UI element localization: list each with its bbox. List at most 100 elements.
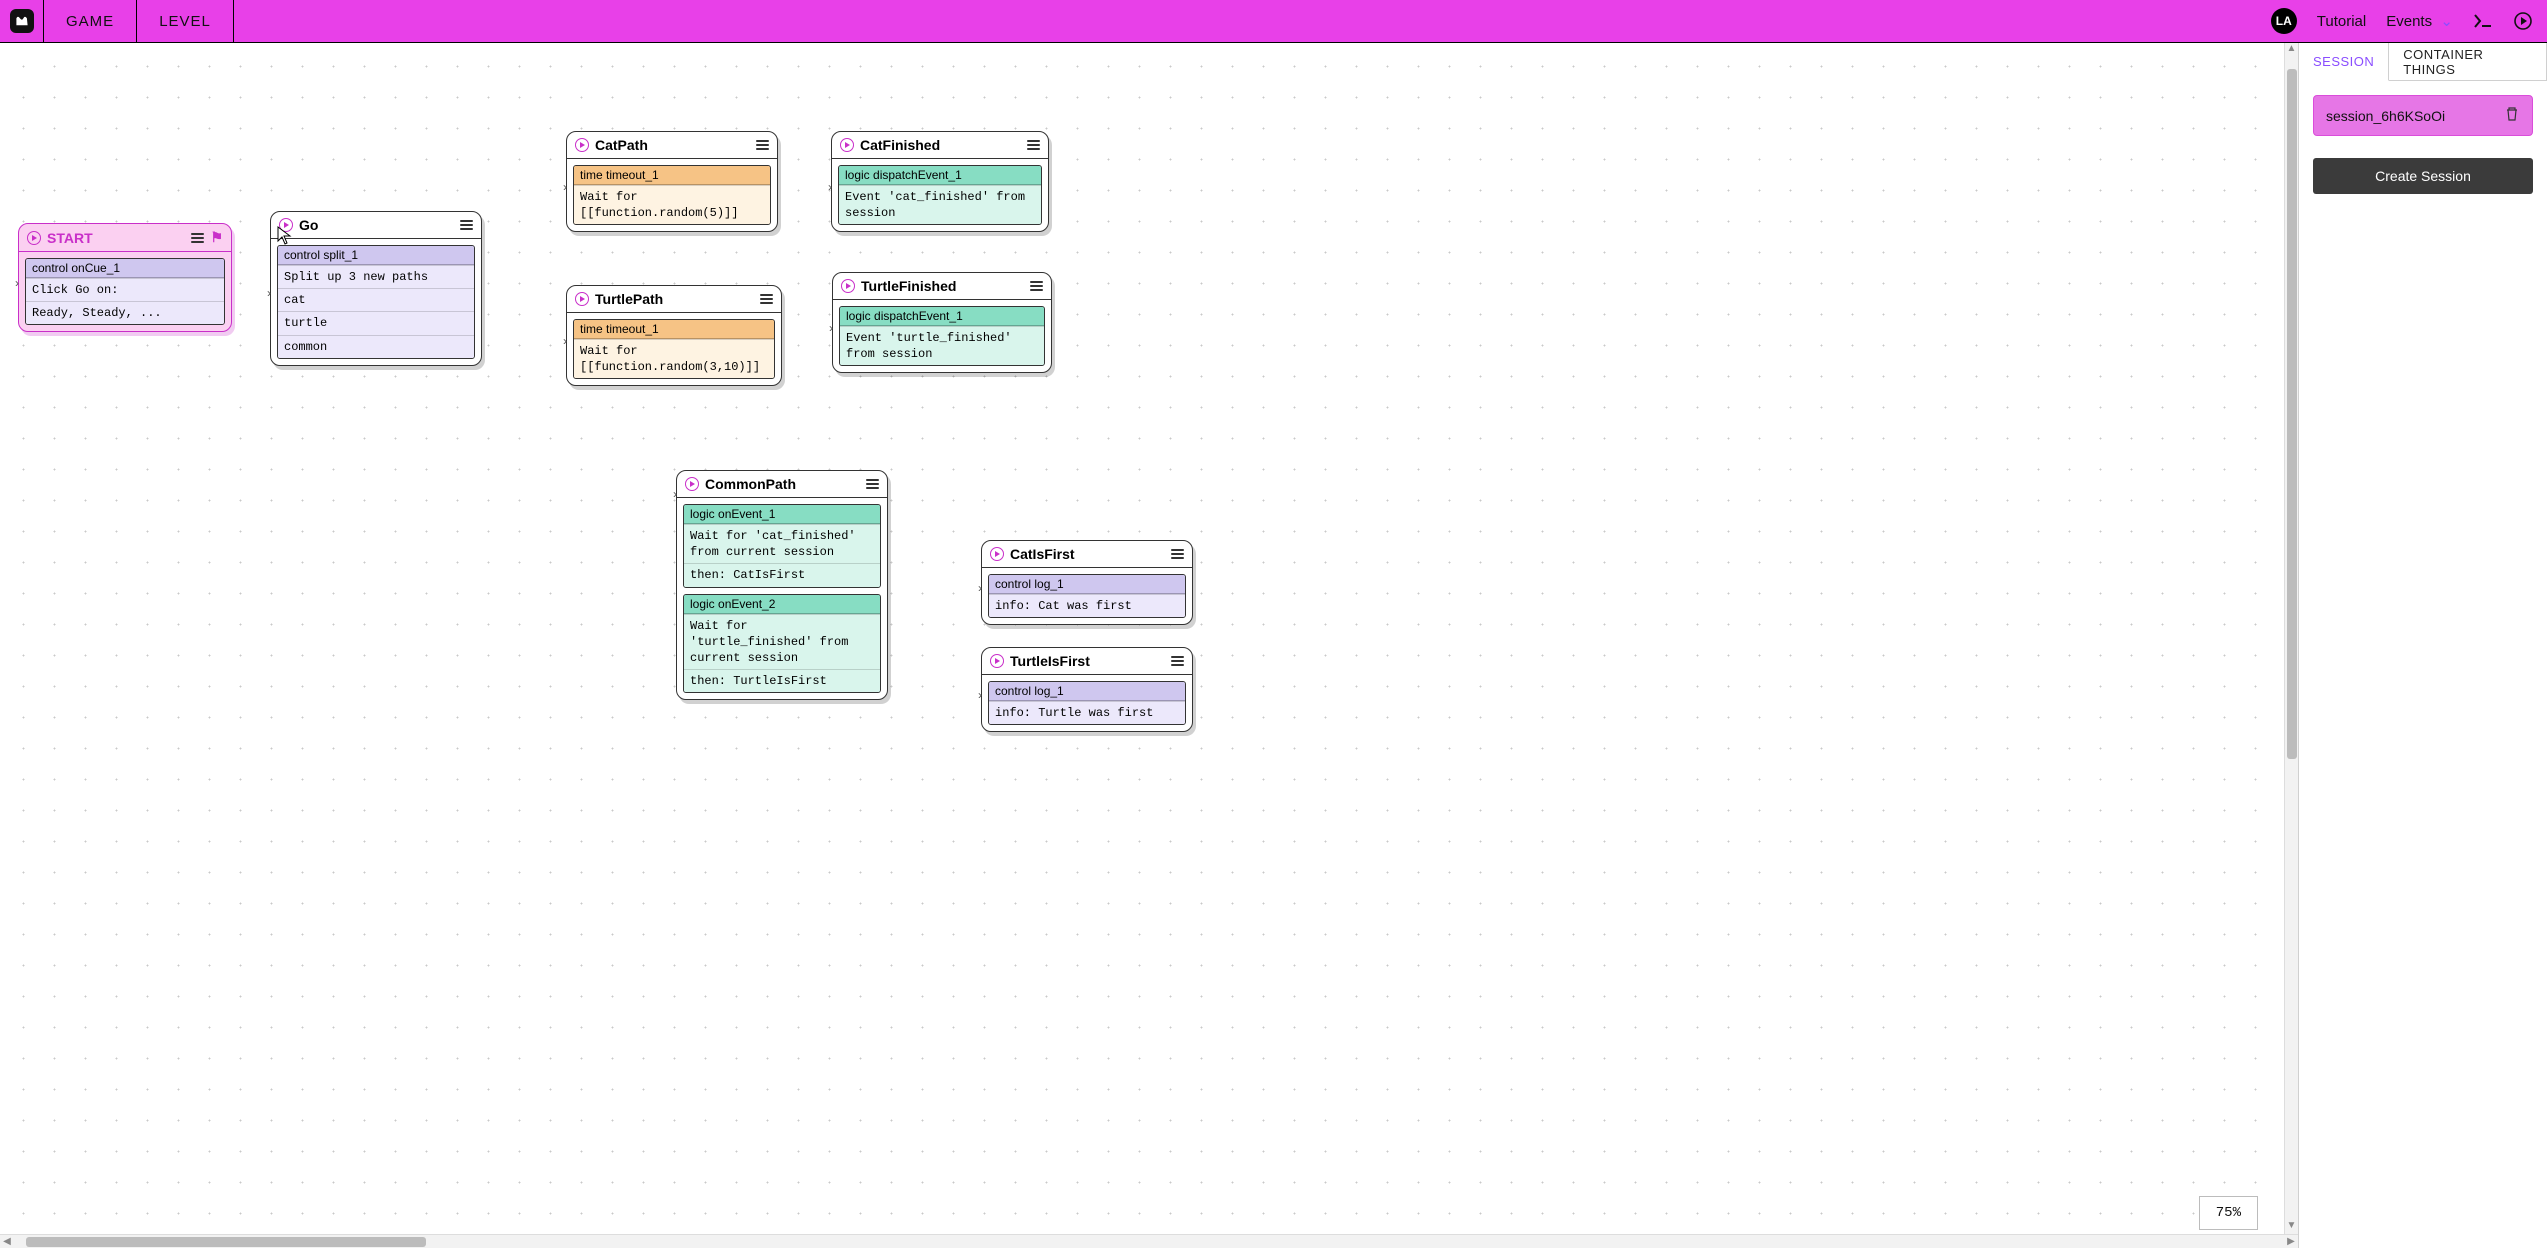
section-head: control log_1 — [989, 682, 1185, 701]
tab-session[interactable]: SESSION — [2299, 43, 2389, 81]
section-head: time timeout_1 — [574, 166, 770, 185]
node-catfinished[interactable]: CatFinished logic dispatchEvent_1 Event … — [831, 131, 1049, 232]
tutorial-link[interactable]: Tutorial — [2317, 13, 2366, 30]
node-catpath[interactable]: CatPath time timeout_1 Wait for [[functi… — [566, 131, 778, 232]
play-icon — [575, 292, 589, 306]
scroll-thumb[interactable] — [2287, 69, 2297, 759]
section-row: info: Turtle was first — [989, 701, 1185, 724]
in-port[interactable] — [978, 579, 986, 587]
play-icon — [279, 218, 293, 232]
section-head: control onCue_1 — [26, 259, 224, 278]
node-turtlepath[interactable]: TurtlePath time timeout_1 Wait for [[fun… — [566, 285, 782, 386]
user-avatar[interactable]: LA — [2271, 8, 2297, 34]
scroll-up-icon[interactable]: ▲ — [2287, 43, 2297, 57]
section-row: info: Cat was first — [989, 594, 1185, 617]
scroll-down-icon[interactable]: ▼ — [2287, 1220, 2297, 1234]
scroll-right-icon[interactable]: ▶ — [2284, 1236, 2298, 1247]
create-session-button[interactable]: Create Session — [2313, 158, 2533, 194]
section-row: Wait for 'cat_finished' from current ses… — [684, 524, 880, 563]
in-port[interactable] — [829, 319, 837, 327]
in-port[interactable] — [267, 284, 275, 292]
section-control-split[interactable]: control split_1 Split up 3 new paths cat… — [277, 245, 475, 359]
menu-icon[interactable] — [756, 140, 769, 150]
section-logic-onevent-1[interactable]: logic onEvent_1 Wait for 'cat_finished' … — [683, 504, 881, 588]
play-icon — [575, 138, 589, 152]
horizontal-scrollbar[interactable]: ◀ ▶ — [0, 1234, 2298, 1248]
node-title: TurtlePath — [595, 291, 663, 307]
trash-icon[interactable] — [2504, 106, 2520, 125]
node-start[interactable]: START ⚑ control onCue_1 Click Go on: Rea… — [18, 223, 232, 332]
scroll-left-icon[interactable]: ◀ — [0, 1236, 14, 1247]
play-icon — [841, 279, 855, 293]
nav-game[interactable]: GAME — [44, 0, 137, 42]
section-row: Ready, Steady, ... — [26, 301, 224, 324]
events-dropdown[interactable]: Events ⌄ — [2386, 12, 2453, 30]
section-head: time timeout_1 — [574, 320, 774, 339]
node-title: TurtleFinished — [861, 278, 956, 294]
section-row: Wait for 'turtle_finished' from current … — [684, 614, 880, 670]
section-control-oncue[interactable]: control onCue_1 Click Go on: Ready, Stea… — [25, 258, 225, 325]
menu-icon[interactable] — [760, 294, 773, 304]
play-icon — [990, 547, 1004, 561]
section-head: logic onEvent_2 — [684, 595, 880, 614]
events-label: Events — [2386, 13, 2432, 30]
section-time-timeout[interactable]: time timeout_1 Wait for [[function.rando… — [573, 319, 775, 379]
in-port[interactable] — [15, 274, 23, 282]
menu-icon[interactable] — [460, 220, 473, 230]
tab-container-things[interactable]: CONTAINER THINGS — [2389, 43, 2547, 81]
section-control-log[interactable]: control log_1 info: Cat was first — [988, 574, 1186, 618]
menu-icon[interactable] — [1030, 281, 1043, 291]
session-chip[interactable]: session_6h6KSoOi — [2313, 95, 2533, 136]
in-port[interactable] — [978, 686, 986, 694]
logo-cell[interactable] — [0, 0, 44, 42]
main: START ⚑ control onCue_1 Click Go on: Rea… — [0, 43, 2547, 1248]
section-row: Split up 3 new paths — [278, 265, 474, 288]
node-commonpath[interactable]: CommonPath logic onEvent_1 Wait for 'cat… — [676, 470, 888, 700]
canvas[interactable]: START ⚑ control onCue_1 Click Go on: Rea… — [0, 43, 2299, 1248]
section-head: logic onEvent_1 — [684, 505, 880, 524]
scroll-thumb[interactable] — [26, 1237, 426, 1247]
in-port[interactable] — [673, 485, 681, 493]
app-logo-icon — [10, 9, 34, 33]
in-port[interactable] — [828, 178, 836, 186]
edge-layer — [0, 43, 300, 193]
node-go[interactable]: Go control split_1 Split up 3 new paths … — [270, 211, 482, 366]
section-time-timeout[interactable]: time timeout_1 Wait for [[function.rando… — [573, 165, 771, 225]
in-port[interactable] — [563, 178, 571, 186]
node-turtlefinished[interactable]: TurtleFinished logic dispatchEvent_1 Eve… — [832, 272, 1052, 373]
play-icon — [990, 654, 1004, 668]
section-row: common — [278, 335, 474, 358]
section-head: logic dispatchEvent_1 — [839, 166, 1041, 185]
menu-icon[interactable] — [1171, 549, 1184, 559]
node-title: Go — [299, 217, 318, 233]
menu-icon[interactable] — [1171, 656, 1184, 666]
menu-icon[interactable] — [1027, 140, 1040, 150]
section-row: Wait for [[function.random(5)]] — [574, 185, 770, 224]
section-row: Wait for [[function.random(3,10)]] — [574, 339, 774, 378]
node-title: CatFinished — [860, 137, 940, 153]
section-control-log[interactable]: control log_1 info: Turtle was first — [988, 681, 1186, 725]
play-circle-icon[interactable] — [2513, 11, 2533, 31]
play-icon — [27, 231, 41, 245]
section-logic-onevent-2[interactable]: logic onEvent_2 Wait for 'turtle_finishe… — [683, 594, 881, 694]
nav-level[interactable]: LEVEL — [137, 0, 234, 42]
menu-icon[interactable] — [191, 233, 204, 243]
zoom-indicator[interactable]: 75% — [2199, 1196, 2258, 1230]
in-port[interactable] — [563, 332, 571, 340]
section-logic-dispatch[interactable]: logic dispatchEvent_1 Event 'turtle_fini… — [839, 306, 1045, 366]
node-turtleisfirst[interactable]: TurtleIsFirst control log_1 info: Turtle… — [981, 647, 1193, 732]
node-title: CommonPath — [705, 476, 796, 492]
right-panel-tabs: SESSION CONTAINER THINGS — [2299, 43, 2547, 81]
section-row: Event 'turtle_finished' from session — [840, 326, 1044, 365]
section-row: then: CatIsFirst — [684, 563, 880, 586]
console-icon[interactable] — [2473, 13, 2493, 29]
section-logic-dispatch[interactable]: logic dispatchEvent_1 Event 'cat_finishe… — [838, 165, 1042, 225]
node-catisfirst[interactable]: CatIsFirst control log_1 info: Cat was f… — [981, 540, 1193, 625]
play-icon — [685, 477, 699, 491]
section-row: then: TurtleIsFirst — [684, 669, 880, 692]
vertical-scrollbar[interactable]: ▲ ▼ — [2284, 43, 2298, 1234]
flag-icon[interactable]: ⚑ — [210, 229, 223, 246]
section-head: logic dispatchEvent_1 — [840, 307, 1044, 326]
menu-icon[interactable] — [866, 479, 879, 489]
right-panel: SESSION CONTAINER THINGS session_6h6KSoO… — [2299, 43, 2547, 1248]
